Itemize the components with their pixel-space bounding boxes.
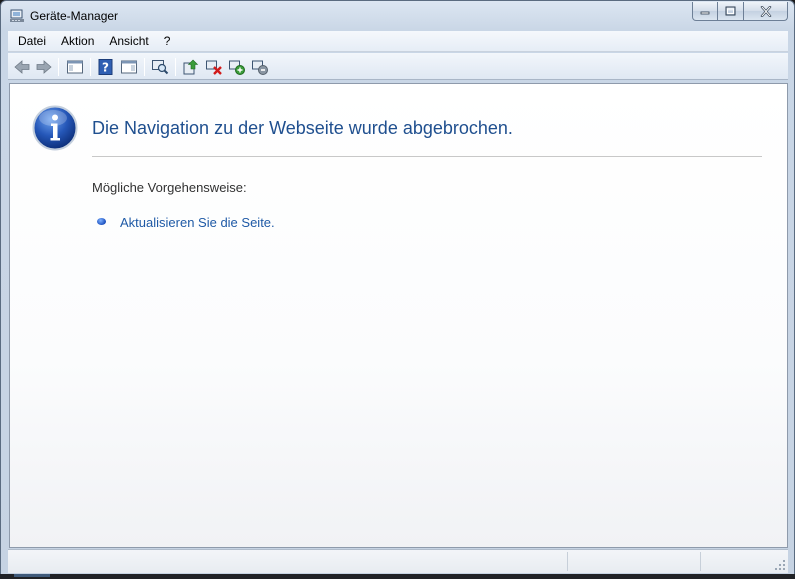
uninstall-device-icon[interactable] <box>205 58 223 76</box>
toolbar-separator <box>90 58 91 76</box>
window-controls <box>692 2 788 21</box>
content-pane: Die Navigation zu der Webseite wurde abg… <box>9 83 788 548</box>
maximize-button[interactable] <box>718 2 744 21</box>
menu-aktion[interactable]: Aktion <box>53 34 101 48</box>
back-arrow-icon[interactable] <box>13 58 31 76</box>
maximize-icon <box>725 6 736 16</box>
minimize-icon <box>700 11 710 15</box>
close-icon <box>760 5 771 17</box>
info-icon <box>32 105 78 151</box>
toolbar-separator <box>58 58 59 76</box>
show-hide-action-pane-icon[interactable] <box>120 58 138 76</box>
toolbar-separator <box>175 58 176 76</box>
app-window: Geräte-Manager Datei Aktion Ansicht ? ? … <box>0 0 795 579</box>
taskbar-edge <box>0 574 795 579</box>
disable-device-icon[interactable] <box>251 58 269 76</box>
menu-bar: Datei Aktion Ansicht ? <box>8 31 788 52</box>
page-headline: Die Navigation zu der Webseite wurde abg… <box>92 118 513 138</box>
status-bar <box>8 549 788 573</box>
headline-divider <box>92 156 762 157</box>
minimize-button[interactable] <box>692 2 718 21</box>
menu-ansicht[interactable]: Ansicht <box>101 34 155 48</box>
title-bar[interactable]: Geräte-Manager <box>1 1 794 31</box>
show-hide-console-tree-icon[interactable] <box>66 58 84 76</box>
scan-hardware-changes-icon[interactable] <box>151 58 169 76</box>
status-panel <box>567 552 700 571</box>
forward-arrow-icon[interactable] <box>35 58 53 76</box>
taskbar-highlight <box>14 574 50 577</box>
toolbar-separator <box>144 58 145 76</box>
enable-device-icon[interactable] <box>228 58 246 76</box>
menu-datei[interactable]: Datei <box>8 34 53 48</box>
svg-text:?: ? <box>102 61 109 75</box>
window-title: Geräte-Manager <box>30 9 119 23</box>
refresh-page-link[interactable]: Aktualisieren Sie die Seite. <box>120 215 275 230</box>
possible-actions-label: Mögliche Vorgehensweise: <box>92 180 247 195</box>
close-button[interactable] <box>744 2 788 21</box>
device-manager-icon <box>10 9 24 22</box>
help-icon[interactable]: ? <box>97 58 115 76</box>
update-driver-icon[interactable] <box>182 58 200 76</box>
bullet-icon <box>97 218 106 225</box>
resize-grip-icon[interactable] <box>774 559 786 571</box>
toolbar: ? <box>8 53 788 80</box>
menu-help[interactable]: ? <box>156 34 178 48</box>
